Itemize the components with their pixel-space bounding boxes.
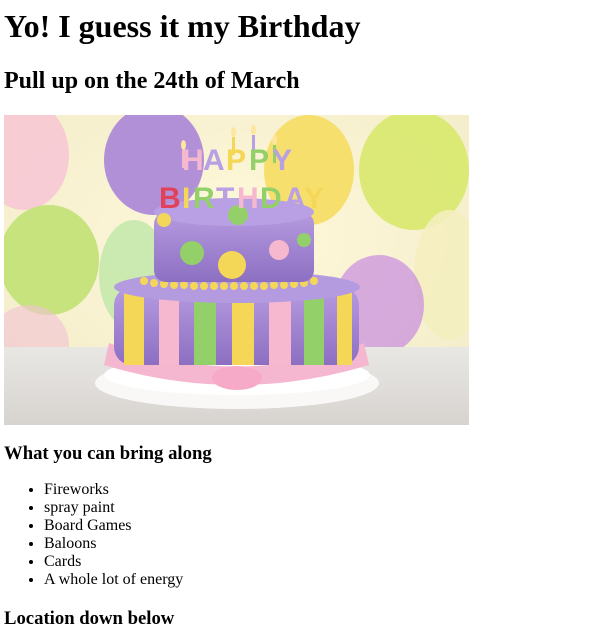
cake-letter: B [159, 182, 181, 215]
cake-letter: Y [304, 182, 324, 215]
cake-letter: A [203, 144, 225, 177]
cake-letter: D [260, 182, 282, 215]
list-item: spray paint [44, 499, 593, 517]
list-item: Board Games [44, 517, 593, 535]
cake-letter: I [182, 182, 190, 215]
cake-letter: H [237, 182, 259, 215]
list-item: Cards [44, 553, 593, 571]
bring-along-heading: What you can bring along [4, 443, 212, 464]
cake-letter: T [216, 182, 234, 215]
cake-letter: P [226, 144, 246, 177]
list-item: Baloons [44, 535, 593, 553]
birthday-cake-image: H A P P Y B I R T H D A Y [4, 115, 469, 425]
list-item: Fireworks [44, 481, 593, 499]
cake-letter: H [182, 144, 204, 177]
page-title: Yo! I guess it my Birthday [4, 8, 361, 44]
list-item: A whole lot of energy [44, 571, 593, 589]
bring-along-list: Fireworks spray paint Board Games Baloon… [4, 481, 593, 589]
cake-letter: R [193, 182, 215, 215]
location-heading: Location down below [4, 608, 175, 629]
page-content: Yo! I guess it my Birthday Pull up on th… [0, 0, 597, 630]
cake-letter: Y [272, 144, 292, 177]
cake-letter: A [284, 182, 306, 215]
cake-letter: P [249, 144, 269, 177]
event-date-heading: Pull up on the 24th of March [4, 68, 300, 94]
